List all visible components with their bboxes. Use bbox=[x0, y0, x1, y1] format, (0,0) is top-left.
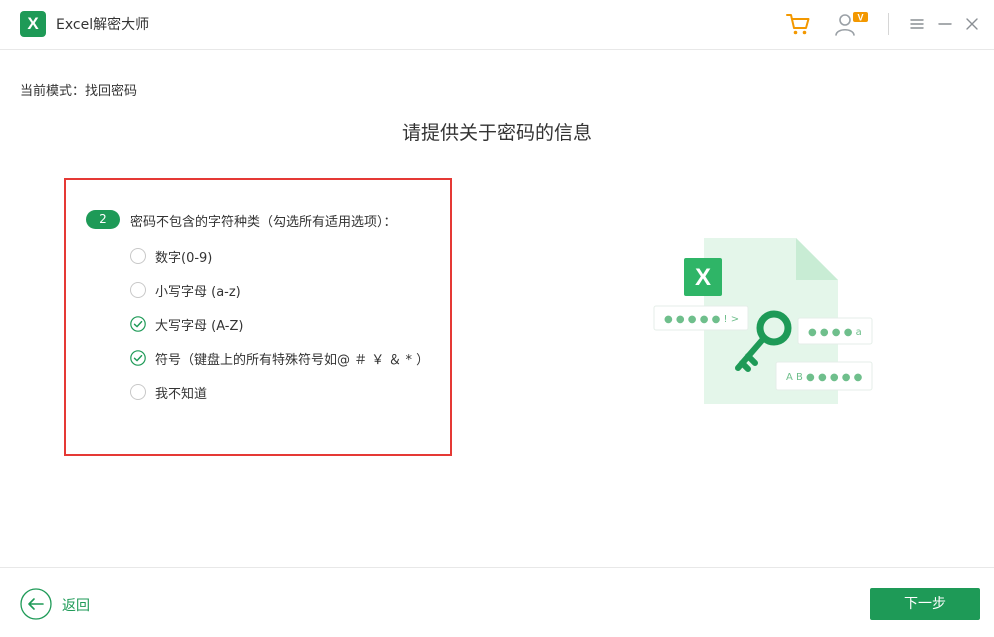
excel-logo-icon: X bbox=[20, 11, 46, 37]
step-badge: 2 bbox=[86, 210, 120, 229]
title-bar: X Excel解密大师 V bbox=[0, 0, 994, 50]
option-label: 我不知道 bbox=[155, 386, 208, 402]
back-arrow-icon[interactable] bbox=[20, 588, 52, 620]
question-text: 密码不包含的字符种类（勾选所有适用选项）： bbox=[130, 215, 397, 230]
option-symbols[interactable]: 符号（键盘上的所有特殊符号如@ ＃ ￥ ＆ * ） bbox=[130, 348, 429, 368]
option-lowercase[interactable]: 小写字母 (a-z) bbox=[130, 280, 241, 300]
current-mode-label: 当前模式：找回密码 bbox=[20, 84, 138, 99]
user-account-icon[interactable]: V bbox=[834, 10, 870, 38]
back-button[interactable]: 返回 bbox=[62, 595, 90, 615]
doc-excel-letter: X bbox=[695, 264, 711, 291]
check-circle-icon[interactable] bbox=[130, 316, 146, 332]
hint-card-3: A B ● ● ● ● ● bbox=[786, 372, 863, 383]
user-badge-text: V bbox=[857, 13, 863, 23]
footer-bar: 返回 下一步 bbox=[0, 567, 994, 637]
check-circle-icon[interactable] bbox=[130, 350, 146, 366]
question-panel: 2 密码不包含的字符种类（勾选所有适用选项）： 数字(0-9) 小写字母 (a-… bbox=[64, 178, 452, 456]
option-unknown[interactable]: 我不知道 bbox=[130, 382, 207, 402]
next-step-button[interactable]: 下一步 bbox=[870, 588, 980, 620]
option-label: 符号（键盘上的所有特殊符号如@ ＃ ￥ ＆ * ） bbox=[155, 352, 430, 368]
hint-card-2: ● ● ● ● a bbox=[808, 327, 862, 338]
option-digits[interactable]: 数字(0-9) bbox=[130, 246, 212, 266]
hint-card-1: ● ● ● ● ● ! > bbox=[664, 314, 739, 325]
app-title: Excel解密大师 bbox=[56, 17, 150, 33]
titlebar-divider bbox=[888, 13, 889, 35]
menu-icon[interactable] bbox=[908, 15, 926, 33]
cart-icon[interactable] bbox=[785, 11, 811, 37]
option-label: 数字(0-9) bbox=[155, 250, 213, 266]
option-label: 小写字母 (a-z) bbox=[155, 284, 241, 300]
close-icon[interactable] bbox=[963, 15, 981, 33]
radio-unchecked-icon[interactable] bbox=[130, 248, 146, 264]
minimize-icon[interactable] bbox=[936, 15, 954, 33]
radio-unchecked-icon[interactable] bbox=[130, 282, 146, 298]
radio-unchecked-icon[interactable] bbox=[130, 384, 146, 400]
password-key-illustration: X ● ● ● ● ● ! > ● ● ● ● a A B ● ● ● ● ● bbox=[653, 238, 873, 404]
page-title: 请提供关于密码的信息 bbox=[401, 122, 592, 144]
option-uppercase[interactable]: 大写字母 (A-Z) bbox=[130, 314, 243, 334]
option-label: 大写字母 (A-Z) bbox=[155, 318, 244, 334]
